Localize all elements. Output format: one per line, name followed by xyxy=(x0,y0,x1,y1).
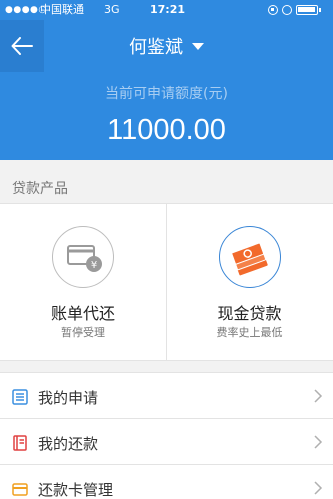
network-type: 3G xyxy=(104,3,120,16)
products-panel: ¥ 账单代还 暂停受理 现金贷款 费率史上最低 xyxy=(0,203,333,361)
quota-amount: 11000.00 xyxy=(107,114,226,146)
back-button[interactable] xyxy=(0,20,44,72)
chevron-right-icon xyxy=(314,435,323,449)
status-icons xyxy=(268,4,321,16)
header: ●●●●○ 中国联通 3G 17:21 何鉴斌 当前可申请额度(元) 11000… xyxy=(0,0,333,160)
menu-item-my-applications[interactable]: 我的申请 xyxy=(0,373,333,419)
chevron-right-icon xyxy=(314,481,323,495)
status-bar: ●●●●○ 中国联通 3G 17:21 xyxy=(0,0,333,20)
menu-item-label: 还款卡管理 xyxy=(38,481,114,499)
product-bill-repayment[interactable]: ¥ 账单代还 暂停受理 xyxy=(0,204,166,360)
quota-label: 当前可申请额度(元) xyxy=(105,86,228,102)
back-arrow-icon xyxy=(11,37,33,55)
page-title: 何鉴斌 xyxy=(129,37,183,58)
card-manage-icon xyxy=(12,483,28,496)
product-subtitle: 暂停受理 xyxy=(61,326,105,339)
cash-stack-icon xyxy=(219,226,281,288)
credit-card-yen-icon: ¥ xyxy=(52,226,114,288)
menu-item-card-management[interactable]: 还款卡管理 xyxy=(0,465,333,499)
product-name: 账单代还 xyxy=(50,304,115,323)
carrier-name: 中国联通 xyxy=(40,3,84,16)
screen: ●●●●○ 中国联通 3G 17:21 何鉴斌 当前可申请额度(元) 11000… xyxy=(0,0,333,499)
chevron-right-icon xyxy=(314,389,323,403)
application-list-icon xyxy=(12,389,28,405)
caret-down-icon xyxy=(192,42,204,50)
battery-icon xyxy=(296,5,321,15)
alarm-icon xyxy=(282,5,292,15)
product-name: 现金贷款 xyxy=(217,304,282,323)
repayment-book-icon xyxy=(13,435,27,451)
menu-item-label: 我的还款 xyxy=(38,435,99,453)
status-time: 17:21 xyxy=(150,3,186,16)
product-subtitle: 费率史上最低 xyxy=(216,326,283,339)
menu-item-my-repayments[interactable]: 我的还款 xyxy=(0,419,333,465)
svg-text:¥: ¥ xyxy=(91,260,97,271)
menu-list: 我的申请 我的还款 还款卡管理 xyxy=(0,372,333,499)
product-cash-loan[interactable]: 现金贷款 费率史上最低 xyxy=(166,204,332,360)
rotation-lock-icon xyxy=(268,5,278,15)
products-section-title: 贷款产品 xyxy=(12,181,68,197)
menu-item-label: 我的申请 xyxy=(38,389,99,407)
account-switcher[interactable]: 何鉴斌 xyxy=(129,33,204,59)
